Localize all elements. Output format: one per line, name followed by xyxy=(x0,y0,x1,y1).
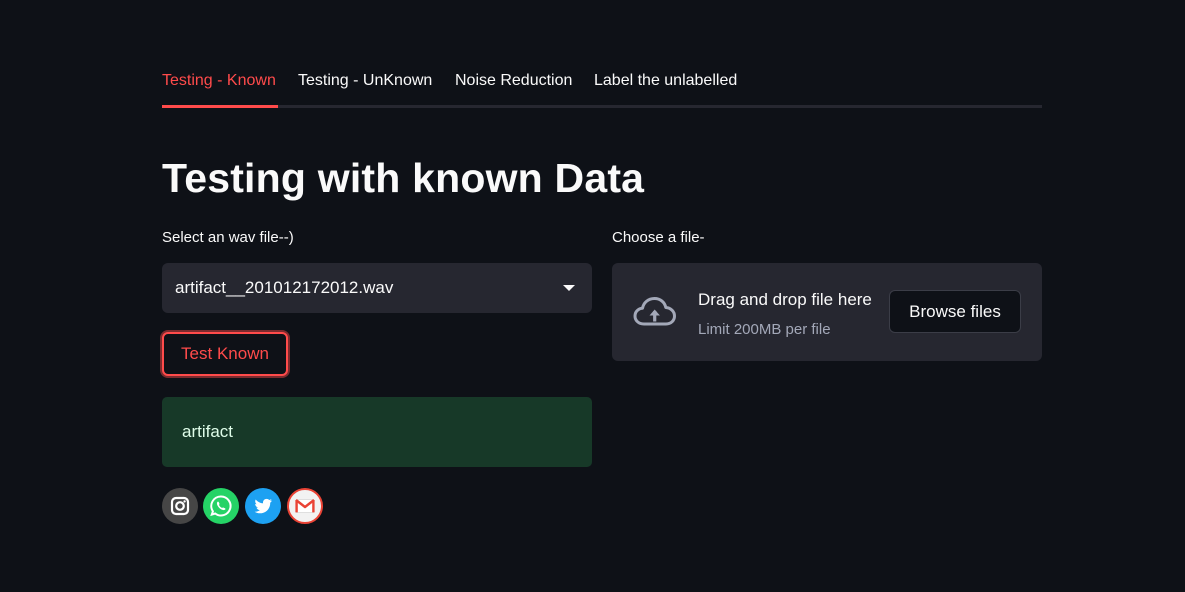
tab-testing-unknown[interactable]: Testing - UnKnown xyxy=(298,71,432,91)
select-value: artifact__201012172012.wav xyxy=(175,278,394,297)
active-tab-indicator xyxy=(162,105,278,108)
tab-label-unlabelled[interactable]: Label the unlabelled xyxy=(594,71,737,91)
chevron-down-icon xyxy=(563,285,575,291)
test-known-button[interactable]: Test Known xyxy=(162,332,288,376)
select-label: Select an wav file--) xyxy=(162,229,294,246)
file-dropzone[interactable]: Drag and drop file here Limit 200MB per … xyxy=(612,263,1042,361)
whatsapp-icon[interactable] xyxy=(203,488,239,524)
tab-bar: Testing - Known Testing - UnKnown Noise … xyxy=(162,64,1042,108)
tab-track xyxy=(162,105,1042,108)
browse-files-button[interactable]: Browse files xyxy=(889,290,1021,333)
upload-limit-text: Limit 200MB per file xyxy=(698,321,831,338)
gmail-icon[interactable] xyxy=(287,488,323,524)
cloud-upload-icon xyxy=(632,295,678,334)
tab-noise-reduction[interactable]: Noise Reduction xyxy=(455,71,572,91)
twitter-icon[interactable] xyxy=(245,488,281,524)
page-title: Testing with known Data xyxy=(162,155,645,201)
main-content: Testing - Known Testing - UnKnown Noise … xyxy=(162,0,1042,592)
instagram-icon[interactable] xyxy=(162,488,198,524)
drag-drop-text: Drag and drop file here xyxy=(698,290,872,309)
uploader-label: Choose a file- xyxy=(612,229,705,246)
result-text: artifact xyxy=(182,422,234,441)
tab-testing-known[interactable]: Testing - Known xyxy=(162,71,276,91)
wav-file-select[interactable]: artifact__201012172012.wav xyxy=(162,263,592,313)
result-success-box: artifact xyxy=(162,397,592,467)
